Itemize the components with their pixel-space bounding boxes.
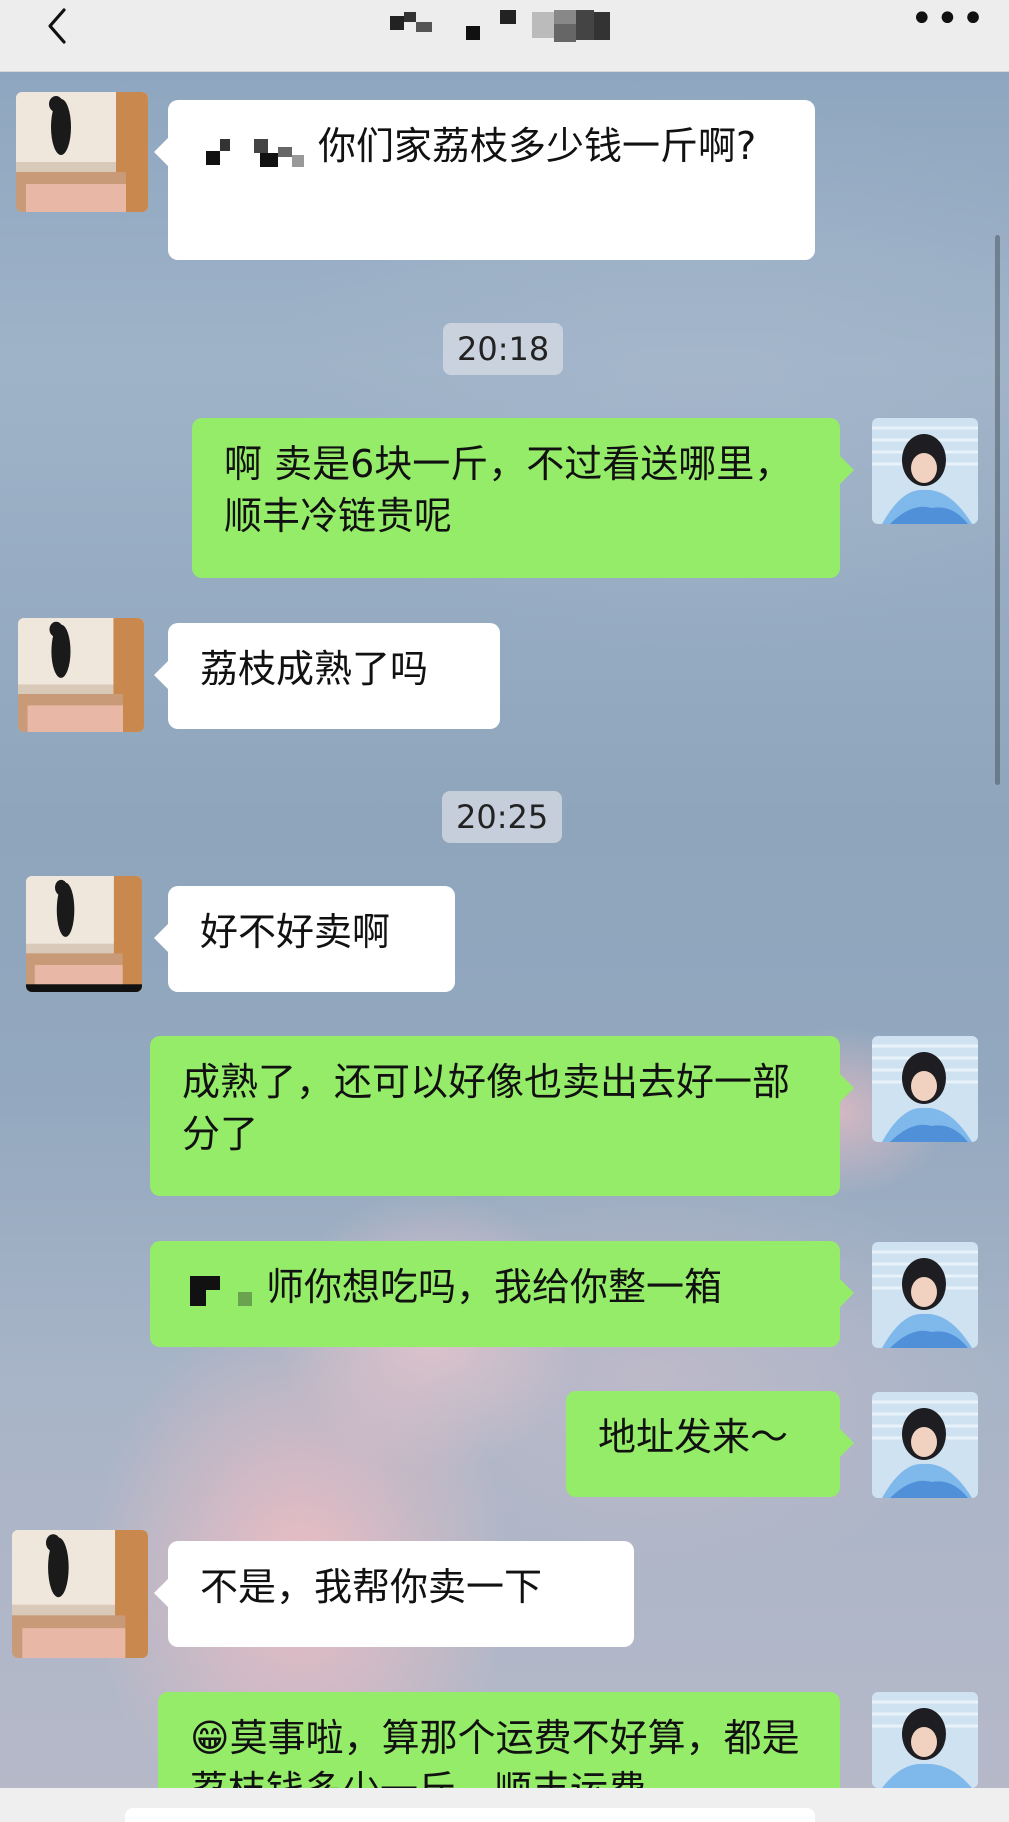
message-bubble-outgoing[interactable]: 😁莫事啦，算那个运费不好算，都是荔枝钱多少一斤，顺丰运费 xyxy=(158,1692,840,1788)
message-input[interactable] xyxy=(125,1808,815,1822)
timestamp: 20:18 xyxy=(443,323,564,375)
my-avatar[interactable] xyxy=(872,418,978,524)
pixelated-name xyxy=(206,138,304,167)
scrollbar[interactable] xyxy=(995,235,1000,785)
contact-avatar[interactable] xyxy=(12,1530,148,1658)
message-bubble-incoming[interactable]: 你们家荔枝多少钱一斤啊? xyxy=(154,100,815,260)
message-text: 啊 卖是6块一斤，不过看送哪里，顺丰冷链贵呢 xyxy=(224,442,793,538)
message-text: 师你想吃吗，我给你整一箱 xyxy=(266,1265,723,1309)
more-dots-icon[interactable]: ••• xyxy=(910,0,987,39)
message-text: 你们家荔枝多少钱一斤啊? xyxy=(318,124,757,168)
message-bubble-incoming[interactable]: 不是，我帮你卖一下 xyxy=(154,1541,634,1647)
contact-avatar[interactable] xyxy=(16,92,148,212)
chat-header: ••• xyxy=(0,0,1009,72)
message-text: 😁莫事啦，算那个运费不好算，都是荔枝钱多少一斤，顺丰运费 xyxy=(190,1716,800,1788)
contact-avatar[interactable] xyxy=(18,618,144,732)
chevron-left-icon[interactable] xyxy=(38,6,78,46)
message-bubble-outgoing[interactable]: 成熟了，还可以好像也卖出去好一部分了 xyxy=(150,1036,854,1196)
contact-name-pixelated xyxy=(390,8,620,46)
my-avatar[interactable] xyxy=(872,1242,978,1348)
message-text: 荔枝成熟了吗 xyxy=(200,647,429,691)
message-text: 地址发来～ xyxy=(598,1415,789,1459)
message-text: 不是，我帮你卖一下 xyxy=(200,1565,543,1609)
my-avatar[interactable] xyxy=(872,1692,978,1788)
message-bubble-outgoing[interactable]: 地址发来～ xyxy=(566,1391,854,1497)
message-text: 好不好卖啊 xyxy=(200,910,391,954)
message-text: 成熟了，还可以好像也卖出去好一部分了 xyxy=(182,1060,791,1156)
my-avatar[interactable] xyxy=(872,1392,978,1498)
message-bubble-outgoing[interactable]: 啊 卖是6块一斤，不过看送哪里，顺丰冷链贵呢 xyxy=(192,418,854,578)
my-avatar[interactable] xyxy=(872,1036,978,1142)
contact-avatar[interactable] xyxy=(26,876,142,992)
message-bubble-incoming[interactable]: 荔枝成熟了吗 xyxy=(154,623,500,729)
message-bubble-outgoing[interactable]: 师你想吃吗，我给你整一箱 xyxy=(150,1241,854,1347)
message-bubble-incoming[interactable]: 好不好卖啊 xyxy=(154,886,455,992)
pixelated-name xyxy=(190,1275,252,1306)
timestamp: 20:25 xyxy=(442,791,563,843)
